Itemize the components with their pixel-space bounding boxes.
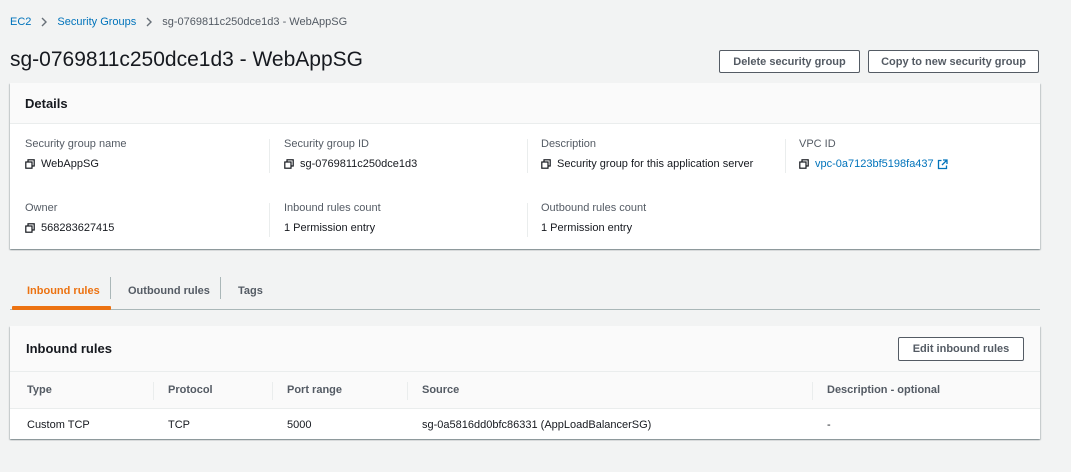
field-value-row: 568283627415 — [25, 222, 114, 234]
inbound-rules-header: Inbound rules — [10, 326, 1040, 372]
chevron-right-icon — [40, 17, 48, 27]
breadcrumb-security-groups-link[interactable]: Security Groups — [57, 16, 136, 28]
field-value: 568283627415 — [41, 222, 115, 234]
field-label: Inbound rules count — [284, 202, 381, 214]
tab-bar: Inbound rules Outbound rules Tags — [10, 272, 1040, 310]
tab-inbound-rules[interactable]: Inbound rules — [27, 278, 100, 304]
field-inbound-rules-count: Inbound rules count 1 Permission entry — [284, 202, 381, 234]
breadcrumb: EC2 Security Groups sg-0769811c250dce1d3… — [10, 16, 347, 28]
field-security-group-id: Security group ID sg-0769811c250dce1d3 — [284, 138, 417, 170]
chevron-right-icon — [145, 17, 153, 27]
field-description: Description Security group for this appl… — [541, 138, 753, 170]
copy-to-new-security-group-button[interactable]: Copy to new security group — [868, 50, 1039, 73]
table-row: Custom TCP TCP 5000 sg-0a5816dd0bfc86331… — [10, 409, 1040, 439]
column-divider — [812, 382, 813, 400]
inbound-rules-panel: Inbound rules Type Protocol Port range S… — [10, 326, 1040, 439]
field-value-row: 1 Permission entry — [541, 222, 646, 234]
field-value: 1 Permission entry — [284, 222, 376, 234]
column-header-description[interactable]: Description - optional — [827, 384, 940, 396]
column-divider — [785, 139, 786, 173]
cell-type: Custom TCP — [27, 419, 90, 431]
delete-security-group-button[interactable]: Delete security group — [719, 50, 860, 73]
tab-divider — [110, 277, 111, 299]
field-value-row: vpc-0a7123bf5198fa437 — [799, 158, 948, 170]
field-label: Outbound rules count — [541, 202, 647, 214]
copy-icon[interactable] — [25, 223, 35, 233]
column-divider — [527, 203, 528, 237]
vpc-id-link[interactable]: vpc-0a7123bf5198fa437 — [815, 158, 934, 170]
column-divider — [407, 382, 408, 400]
details-panel: Details Security group name WebAppSG Sec… — [10, 83, 1040, 249]
field-owner: Owner 568283627415 — [25, 202, 114, 234]
column-divider — [269, 139, 270, 173]
column-divider — [272, 382, 273, 400]
copy-icon[interactable] — [799, 159, 809, 169]
column-header-port-range[interactable]: Port range — [287, 384, 342, 396]
column-divider — [153, 382, 154, 400]
field-vpc-id: VPC ID vpc-0a7123bf5198fa437 — [799, 138, 948, 170]
details-title: Details — [25, 96, 68, 111]
field-label: Owner — [25, 202, 58, 214]
field-value: 1 Permission entry — [541, 222, 633, 234]
copy-icon[interactable] — [284, 159, 294, 169]
field-value-row: Security group for this application serv… — [541, 158, 753, 170]
field-value-row: WebAppSG — [25, 158, 127, 170]
page-title: sg-0769811c250dce1d3 - WebAppSG — [10, 48, 363, 71]
cell-port-range: 5000 — [287, 419, 312, 431]
copy-icon[interactable] — [25, 159, 35, 169]
field-label: Description — [541, 138, 597, 150]
cell-protocol: TCP — [168, 419, 190, 431]
tab-divider — [220, 277, 221, 299]
cell-source: sg-0a5816dd0bfc86331 (AppLoadBalancerSG) — [422, 419, 652, 431]
field-value: WebAppSG — [41, 158, 99, 170]
field-value-row: 1 Permission entry — [284, 222, 381, 234]
copy-icon[interactable] — [541, 159, 551, 169]
details-header: Details — [10, 83, 1040, 124]
column-divider — [527, 139, 528, 173]
active-tab-indicator — [12, 306, 111, 310]
column-header-protocol[interactable]: Protocol — [168, 384, 213, 396]
table-header: Type Protocol Port range Source Descript… — [10, 372, 1040, 409]
field-label: VPC ID — [799, 138, 836, 150]
field-label: Security group ID — [284, 138, 369, 150]
column-divider — [269, 203, 270, 237]
edit-inbound-rules-button[interactable]: Edit inbound rules — [898, 337, 1024, 361]
field-value: sg-0769811c250dce1d3 — [300, 158, 418, 170]
field-value: Security group for this application serv… — [557, 158, 754, 170]
column-header-source[interactable]: Source — [422, 384, 459, 396]
external-link-icon[interactable] — [937, 158, 948, 170]
tab-outbound-rules[interactable]: Outbound rules — [128, 278, 210, 304]
field-security-group-name: Security group name WebAppSG — [25, 138, 127, 170]
breadcrumb-ec2-link[interactable]: EC2 — [10, 16, 31, 28]
field-outbound-rules-count: Outbound rules count 1 Permission entry — [541, 202, 646, 234]
column-header-type[interactable]: Type — [27, 384, 52, 396]
breadcrumb-current: sg-0769811c250dce1d3 - WebAppSG — [162, 16, 348, 28]
field-label: Security group name — [25, 138, 127, 150]
field-value-row: sg-0769811c250dce1d3 — [284, 158, 417, 170]
tab-tags[interactable]: Tags — [238, 278, 263, 304]
inbound-rules-title: Inbound rules — [26, 341, 112, 356]
cell-description: - — [827, 419, 831, 431]
